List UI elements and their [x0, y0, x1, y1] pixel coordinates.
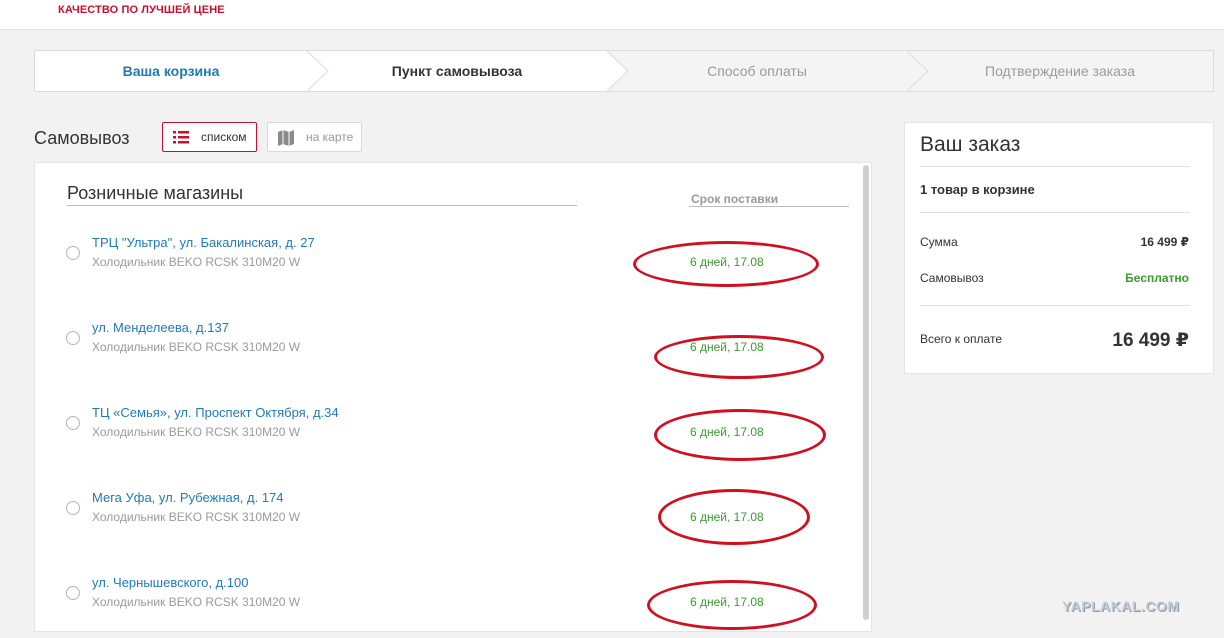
chevron-right-icon [307, 51, 329, 91]
annotation-oval [654, 409, 826, 461]
pickup-cost-label: Самовывоз [920, 271, 984, 285]
map-icon [278, 130, 294, 146]
store-radio[interactable] [66, 586, 80, 600]
store-name-link[interactable]: Мега Уфа, ул. Рубежная, д. 174 [92, 490, 284, 505]
store-product: Холодильник BEKO RCSK 310M20 W [92, 510, 301, 524]
scrollbar[interactable] [863, 165, 869, 620]
step-cart[interactable]: Ваша корзина [35, 51, 307, 91]
divider [689, 206, 849, 207]
list-icon [173, 131, 189, 144]
cart-count: 1 товар в корзине [920, 182, 1035, 197]
store-name-link[interactable]: ТЦ «Семья», ул. Проспект Октября, д.34 [92, 405, 339, 420]
annotation-oval [647, 580, 817, 630]
view-list-button[interactable]: списком [162, 122, 257, 152]
view-map-label: на карте [306, 130, 354, 144]
step-confirmation: Подтверждение заказа [985, 63, 1135, 79]
divider [920, 305, 1190, 306]
divider [920, 166, 1190, 167]
view-list-label: списком [201, 130, 247, 144]
sum-value: 16 499 ₽ [1140, 235, 1189, 249]
top-header: КАЧЕСТВО ПО ЛУЧШЕЙ ЦЕНЕ [0, 0, 1224, 30]
pickup-title: Самовывоз [34, 128, 130, 148]
annotation-oval [658, 489, 810, 545]
store-radio[interactable] [66, 331, 80, 345]
chevron-right-icon [607, 51, 629, 91]
store-product: Холодильник BEKO RCSK 310M20 W [92, 255, 301, 269]
store-product: Холодильник BEKO RCSK 310M20 W [92, 595, 301, 609]
pickup-cost-value: Бесплатно [1125, 271, 1189, 285]
step-pickup-point: Пункт самовывоза [307, 51, 607, 91]
annotation-oval [633, 241, 819, 287]
checkout-steps: Ваша корзина Пункт самовывоза Способ опл… [34, 50, 1214, 92]
store-name-link[interactable]: ТРЦ "Ультра", ул. Бакалинская, д. 27 [92, 235, 315, 250]
order-title: Ваш заказ [920, 133, 1021, 156]
watermark-logo: YAPLAKAL.COM [1062, 598, 1180, 614]
sum-label: Сумма [920, 235, 958, 249]
store-product: Холодильник BEKO RCSK 310M20 W [92, 340, 301, 354]
store-list-panel: Розничные магазины Срок поставки ТРЦ "Ул… [34, 162, 872, 632]
store-name-link[interactable]: ул. Чернышевского, д.100 [92, 575, 248, 590]
section-title: Розничные магазины [67, 183, 244, 203]
total-label: Всего к оплате [920, 332, 1003, 346]
total-value: 16 499 ₽ [1112, 330, 1189, 351]
order-summary: Ваш заказ 1 товар в корзине Сумма 16 499… [904, 122, 1214, 374]
step-payment: Способ оплаты [707, 63, 807, 79]
brand-tagline: КАЧЕСТВО ПО ЛУЧШЕЙ ЦЕНЕ [58, 4, 225, 16]
store-radio[interactable] [66, 246, 80, 260]
chevron-right-icon [907, 51, 929, 91]
store-radio[interactable] [66, 501, 80, 515]
divider [920, 212, 1190, 213]
divider [67, 205, 577, 206]
store-product: Холодильник BEKO RCSK 310M20 W [92, 425, 301, 439]
annotation-oval [654, 335, 824, 379]
store-name-link[interactable]: ул. Менделеева, д.137 [92, 320, 229, 335]
store-radio[interactable] [66, 416, 80, 430]
view-map-button[interactable]: на карте [267, 122, 362, 152]
delivery-column-header: Срок поставки [691, 192, 779, 206]
